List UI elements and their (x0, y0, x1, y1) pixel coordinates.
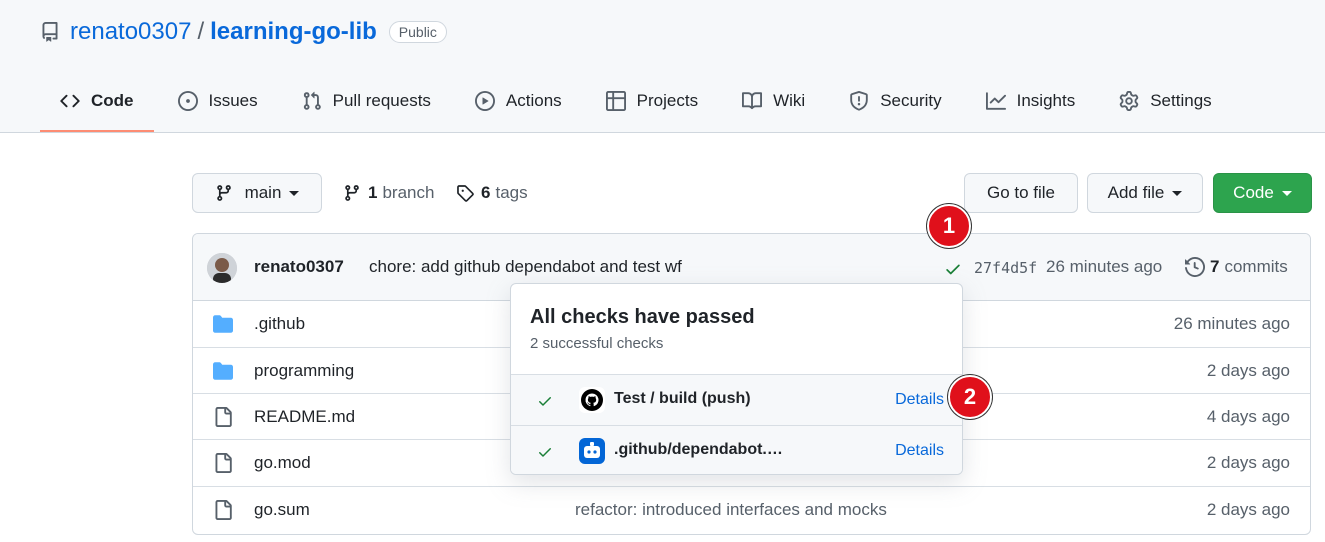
git-pull-request-icon (302, 91, 322, 111)
commit-time: 26 minutes ago (1046, 257, 1163, 276)
tab-actions[interactable]: Actions (455, 80, 582, 122)
avatar[interactable] (207, 253, 237, 283)
tab-label: Settings (1150, 91, 1212, 110)
tab-label: Code (91, 91, 134, 110)
tab-label: Insights (1016, 91, 1076, 110)
file-name-link[interactable]: programming (254, 361, 354, 381)
tab-security[interactable]: Security (829, 80, 961, 122)
check-name: Test / build (push) (614, 390, 751, 407)
check-icon (537, 444, 553, 460)
tab-label: Wiki (773, 91, 806, 110)
repo-name-link[interactable]: learning-go-lib (210, 18, 377, 46)
commits-history-link[interactable]: 7 commits (1185, 257, 1288, 277)
file-time: 2 days ago (1206, 361, 1290, 380)
branches-link[interactable]: 1 branch (343, 183, 434, 203)
repo-separator: / (197, 18, 205, 45)
dependabot-icon (579, 438, 605, 464)
check-details-link[interactable]: Details (895, 442, 944, 460)
checks-subtitle: 2 successful checks (530, 335, 664, 352)
tab-label: Issues (208, 91, 258, 110)
repo-owner-link[interactable]: renato0307 (70, 18, 191, 46)
play-icon (474, 91, 495, 111)
tab-label: Projects (636, 91, 699, 110)
commit-sha-link[interactable]: 27f4d5f (974, 259, 1037, 277)
history-icon (1185, 257, 1205, 277)
commit-count: 7 (1210, 257, 1220, 276)
chevron-down-icon (289, 190, 300, 196)
folder-icon (213, 314, 233, 334)
branch-label: branch (382, 183, 435, 202)
repo-nav-tabs: Code Issues Pull requests Actions Projec… (40, 80, 1236, 132)
file-time: 2 days ago (1206, 500, 1290, 519)
tab-label: Security (880, 91, 942, 110)
visibility-badge: Public (388, 21, 447, 43)
branch-name: main (244, 183, 282, 202)
checks-popover: All checks have passed 2 successful chec… (510, 283, 963, 475)
file-time: 4 days ago (1206, 407, 1290, 426)
git-branch-icon (343, 184, 361, 202)
file-icon (213, 453, 233, 473)
tab-wiki[interactable]: Wiki (722, 80, 825, 122)
table-icon (605, 91, 626, 111)
gear-icon (1119, 91, 1139, 111)
chevron-down-icon (1172, 190, 1183, 196)
file-name-link[interactable]: .github (254, 314, 305, 334)
tab-pull-requests[interactable]: Pull requests (282, 80, 451, 122)
code-icon (60, 91, 80, 111)
tab-code[interactable]: Code (40, 80, 154, 132)
tab-insights[interactable]: Insights (966, 80, 1096, 122)
file-time: 26 minutes ago (1173, 314, 1290, 333)
check-item: Test / build (push) Details (511, 374, 962, 425)
file-name-link[interactable]: go.mod (254, 453, 311, 473)
code-button[interactable]: Code (1213, 173, 1312, 213)
file-time: 2 days ago (1206, 453, 1290, 472)
commit-message-link[interactable]: chore: add github dependabot and test wf (369, 257, 682, 277)
commit-count-label: commits (1224, 257, 1288, 276)
file-name-link[interactable]: README.md (254, 407, 355, 427)
file-icon (213, 407, 233, 427)
file-row[interactable]: go.sum refactor: introduced interfaces a… (193, 486, 1310, 532)
github-icon (579, 387, 605, 413)
tags-link[interactable]: 6 tags (456, 183, 528, 203)
tag-count: 6 (481, 183, 491, 202)
file-commit-message[interactable]: refactor: introduced interfaces and mock… (575, 500, 887, 520)
check-name: .github/dependabot.… (614, 441, 783, 458)
chevron-down-icon (1281, 190, 1292, 196)
book-icon (742, 91, 763, 111)
shield-icon (849, 91, 869, 111)
check-details-link[interactable]: Details (895, 391, 944, 409)
branch-count: 1 (368, 183, 378, 202)
tab-settings[interactable]: Settings (1099, 80, 1231, 122)
add-file-button[interactable]: Add file (1087, 173, 1203, 213)
check-item: .github/dependabot.… Details (511, 425, 962, 474)
tag-label: tags (495, 183, 528, 202)
annotation-marker-2: 2 (948, 375, 992, 419)
branch-select-button[interactable]: main (192, 173, 322, 213)
tab-issues[interactable]: Issues (158, 80, 278, 122)
commit-author-link[interactable]: renato0307 (254, 257, 344, 277)
file-name-link[interactable]: go.sum (254, 500, 310, 520)
graph-icon (985, 91, 1006, 111)
add-file-label: Add file (1107, 183, 1165, 202)
file-icon (213, 500, 233, 520)
repo-header: renato0307 / learning-go-lib Public Code… (0, 0, 1325, 133)
tab-label: Pull requests (332, 91, 431, 110)
check-icon (537, 393, 553, 409)
tab-label: Actions (505, 91, 562, 110)
tag-icon (456, 184, 474, 202)
check-icon[interactable] (944, 260, 962, 278)
issue-opened-icon (177, 91, 198, 111)
git-branch-icon (215, 184, 233, 202)
folder-icon (213, 361, 233, 381)
tab-projects[interactable]: Projects (586, 80, 718, 122)
repo-title: renato0307 / learning-go-lib Public (40, 14, 447, 50)
repo-icon (40, 22, 60, 42)
code-button-label: Code (1233, 183, 1274, 202)
annotation-marker-1: 1 (927, 204, 971, 248)
go-to-file-button[interactable]: Go to file (964, 173, 1078, 213)
checks-title: All checks have passed (530, 306, 755, 328)
